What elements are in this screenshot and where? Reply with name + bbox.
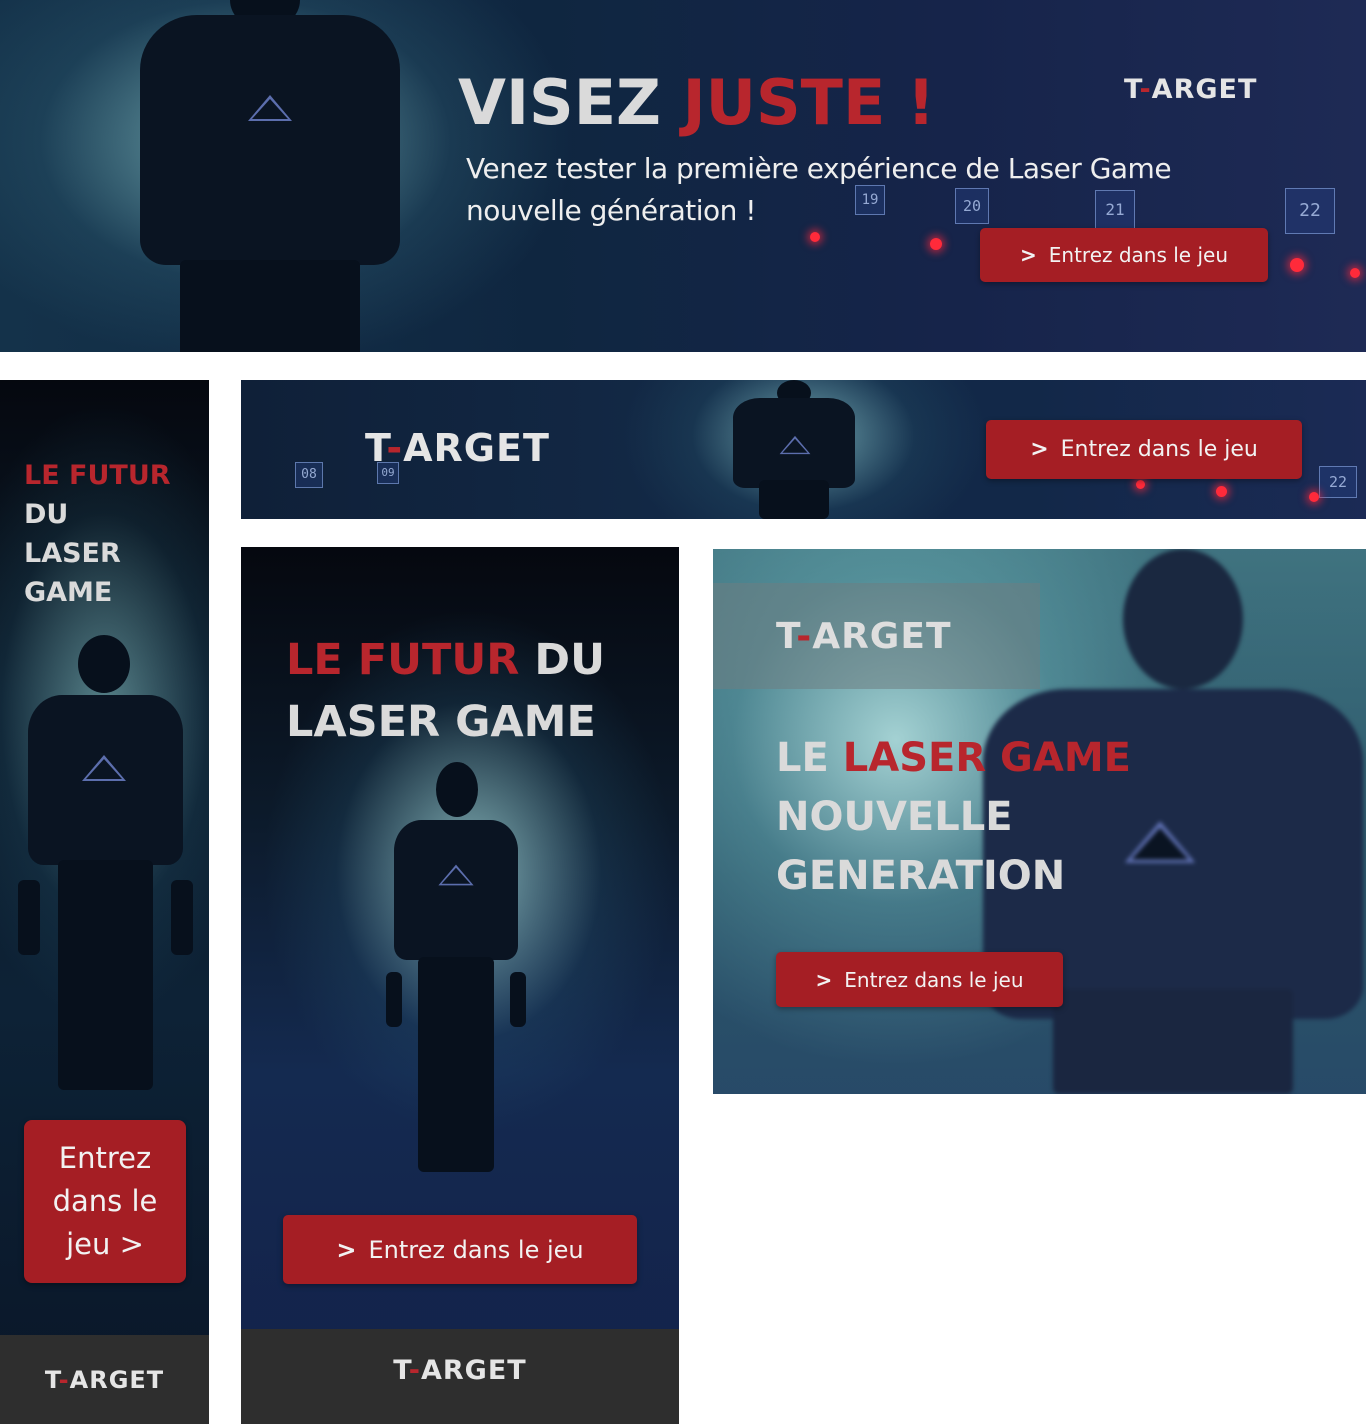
brand-footer: T-ARGET <box>241 1329 679 1424</box>
subtitle-line-1: Venez tester la première expérience de L… <box>466 152 1172 185</box>
chevron-right-icon: > <box>1030 437 1049 462</box>
enter-game-button[interactable]: > Entrez dans le jeu <box>776 952 1063 1007</box>
enter-game-button[interactable]: Entrez dans le jeu > <box>24 1120 186 1283</box>
headline-line-4: GAME <box>24 577 113 608</box>
target-light <box>1136 480 1145 489</box>
target-light <box>1290 258 1304 272</box>
headline-white: LE <box>776 735 829 781</box>
headline-line-3: GENERATION <box>776 853 1066 899</box>
headline-line-2: DU <box>24 499 69 530</box>
enter-game-button[interactable]: > Entrez dans le jeu <box>283 1215 637 1284</box>
leaderboard-headline: VISEZ JUSTE ! <box>458 68 935 138</box>
chevron-right-icon: > <box>336 1235 357 1264</box>
headline-white: VISEZ <box>458 66 662 139</box>
target-light <box>1309 492 1319 502</box>
brand-panel: T-ARGET <box>713 583 1040 689</box>
station-screen: 22 <box>1319 466 1357 498</box>
player-silhouette <box>386 762 526 1182</box>
brand-logo: T-ARGET <box>44 1365 165 1394</box>
target-light <box>930 238 942 250</box>
target-light <box>1216 486 1227 497</box>
chevron-right-icon: > <box>815 967 833 992</box>
station-screen: 08 <box>295 462 323 488</box>
headline-white: DU <box>534 635 606 685</box>
target-light <box>810 232 820 242</box>
leaderboard-subtitle: Venez tester la première expérience de L… <box>466 148 1172 232</box>
cta-label: Entrez dans le jeu <box>1060 437 1258 462</box>
cta-line-3: jeu > <box>66 1227 144 1261</box>
brand-footer: T-ARGET <box>0 1335 209 1424</box>
wide-banner: 08 09 22 T-ARGET > Entrez dans le jeu <box>241 380 1366 519</box>
half-page-headline: LE FUTUR DU LASER GAME <box>286 629 605 753</box>
cta-label: Entrez dans le jeu <box>1048 243 1229 267</box>
subtitle-line-2: nouvelle génération ! <box>466 194 757 227</box>
enter-game-button[interactable]: > Entrez dans le jeu <box>980 228 1268 282</box>
headline-line-1: LE FUTUR <box>24 460 171 491</box>
skyscraper-banner: LE FUTUR DU LASER GAME Entrez dans le je… <box>0 380 209 1424</box>
headline-line-2: NOUVELLE <box>776 794 1013 840</box>
target-light <box>1350 268 1360 278</box>
cta-label: Entrez dans le jeu <box>368 1235 584 1264</box>
skyscraper-headline: LE FUTUR DU LASER GAME <box>24 456 171 612</box>
cta-line-2: dans le <box>52 1184 158 1218</box>
headline-line-3: LASER <box>24 538 121 569</box>
cta-label: Entrez dans le jeu <box>844 967 1024 992</box>
rectangle-banner: T-ARGET LE LASER GAME NOUVELLE GENERATIO… <box>713 549 1366 1094</box>
player-silhouette <box>18 635 193 1115</box>
cta-line-1: Entrez <box>58 1141 152 1175</box>
headline-line-2: LASER GAME <box>286 697 596 747</box>
chevron-right-icon: > <box>1019 243 1037 267</box>
station-screen: 22 <box>1285 188 1335 234</box>
headline-red: JUSTE ! <box>682 66 936 139</box>
leaderboard-banner: 19 20 21 22 VISEZ JUSTE ! T-ARGET Venez … <box>0 0 1366 352</box>
headline-red: LE FUTUR <box>286 635 520 685</box>
headline-red: LASER GAME <box>842 735 1131 781</box>
brand-logo: T-ARGET <box>1124 74 1258 105</box>
enter-game-button[interactable]: > Entrez dans le jeu <box>986 420 1302 479</box>
brand-logo: T-ARGET <box>393 1355 527 1386</box>
rectangle-headline: LE LASER GAME NOUVELLE GENERATION <box>776 729 1131 906</box>
brand-logo: T-ARGET <box>776 615 952 657</box>
player-silhouette <box>120 0 420 352</box>
player-silhouette <box>729 380 859 519</box>
brand-logo: T-ARGET <box>365 426 550 470</box>
half-page-banner: LE FUTUR DU LASER GAME > Entrez dans le … <box>241 547 679 1424</box>
